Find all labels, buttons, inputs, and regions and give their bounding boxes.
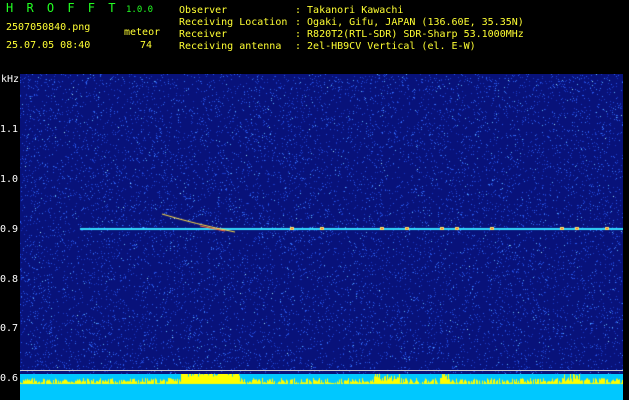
spectrogram-canvas — [20, 74, 623, 374]
freq-tick-label: 0.9 — [0, 224, 19, 235]
info-value-antenna: : 2el-HB9CV Vertical (el. E-W) — [295, 41, 476, 52]
signal-level-bars — [20, 374, 623, 400]
spectrogram — [20, 74, 623, 374]
band-marker-line — [20, 370, 623, 371]
freq-tick-label: 0.8 — [0, 274, 19, 285]
info-value-receiver: : R820T2(RTL-SDR) SDR-Sharp 53.1000MHz — [295, 29, 524, 40]
file-datetime: 25.07.05 08:40 — [6, 40, 91, 51]
app-version: 1.0.0 — [126, 5, 154, 15]
info-label-antenna: Receiving antenna — [179, 41, 282, 52]
frequency-unit-label: kHz — [1, 74, 20, 85]
freq-tick-label: 1.0 — [0, 174, 19, 185]
meteor-count: 74 — [140, 40, 153, 51]
header-panel: H R O F F T 1.0.0 2507050840.png 25.07.0… — [0, 0, 629, 72]
info-value-observer: : Takanori Kawachi — [295, 5, 404, 16]
freq-tick-label: 0.7 — [0, 323, 19, 334]
meteor-label: meteor — [124, 27, 161, 38]
info-label-receiver: Receiver — [179, 29, 228, 40]
app-title: H R O F F T — [6, 1, 119, 15]
info-value-location: : Ogaki, Gifu, JAPAN (136.60E, 35.35N) — [295, 17, 524, 28]
info-label-location: Receiving Location — [179, 17, 288, 28]
info-label-observer: Observer — [179, 5, 228, 16]
file-name: 2507050840.png — [6, 22, 91, 33]
freq-tick-label: 0.6 — [0, 373, 19, 384]
freq-tick-label: 1.1 — [0, 124, 19, 135]
